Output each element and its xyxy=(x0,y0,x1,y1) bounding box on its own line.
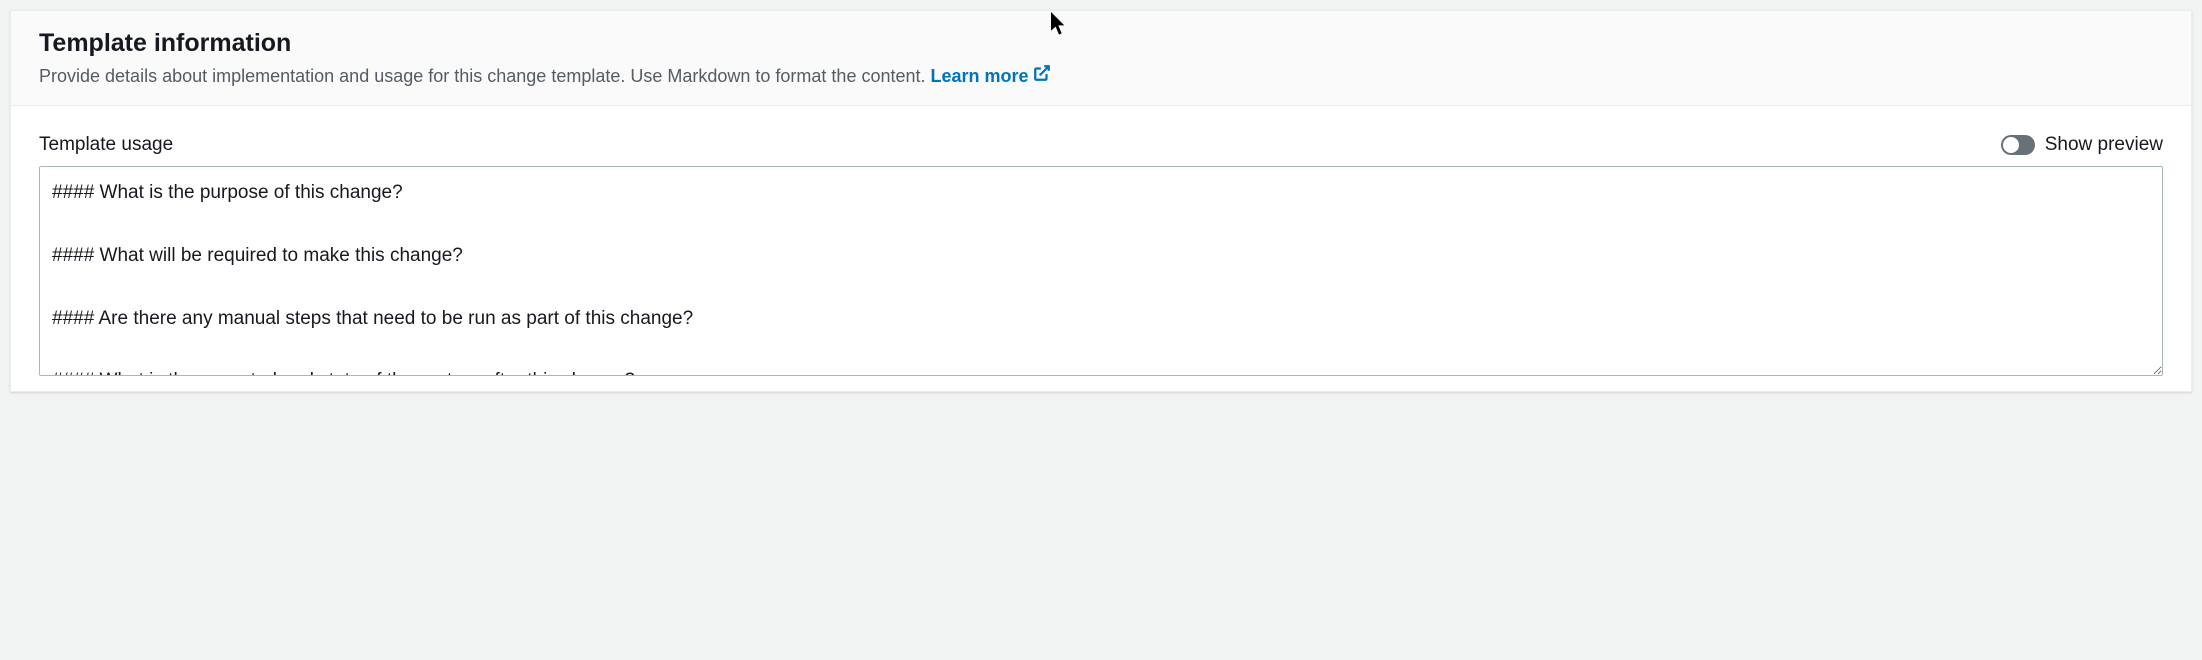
show-preview-label: Show preview xyxy=(2045,134,2163,156)
panel-header: Template information Provide details abo… xyxy=(11,11,2191,106)
field-row: Template usage Show preview xyxy=(39,134,2163,156)
panel-title: Template information xyxy=(39,29,2163,58)
learn-more-text: Learn more xyxy=(931,64,1029,89)
template-information-panel: Template information Provide details abo… xyxy=(10,10,2192,392)
template-usage-textarea[interactable] xyxy=(39,166,2163,376)
external-link-icon xyxy=(1033,64,1051,89)
panel-body: Template usage Show preview xyxy=(11,106,2191,391)
template-usage-label: Template usage xyxy=(39,134,173,156)
learn-more-link[interactable]: Learn more xyxy=(931,64,1051,89)
show-preview-control: Show preview xyxy=(2001,134,2163,156)
description-text: Provide details about implementation and… xyxy=(39,66,931,86)
toggle-knob xyxy=(2003,137,2019,153)
panel-description: Provide details about implementation and… xyxy=(39,64,2163,89)
show-preview-toggle[interactable] xyxy=(2001,135,2035,155)
